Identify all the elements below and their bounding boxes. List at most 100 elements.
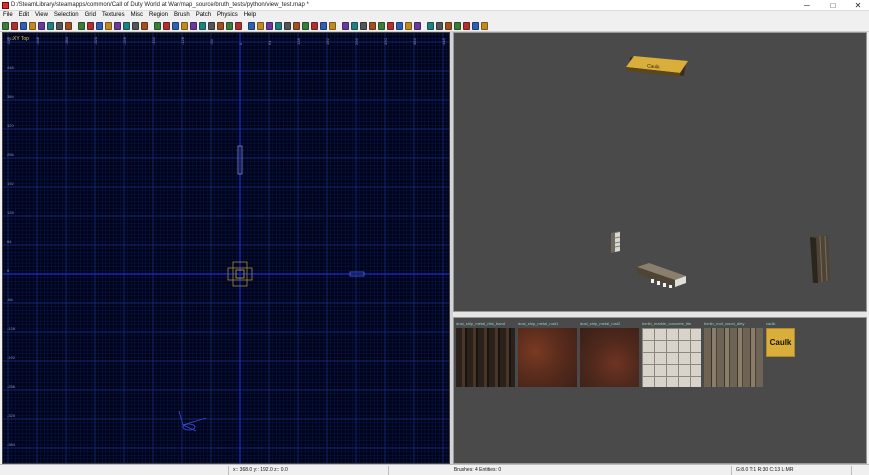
edge-icon[interactable] [257, 21, 264, 30]
brush-planks-block[interactable] [810, 235, 830, 283]
radiant-window: D:/SteamLibrary/steamapps/common/Call of… [0, 0, 869, 475]
close-button[interactable]: ✕ [847, 0, 869, 11]
camera-view-3d[interactable]: Caulk [453, 32, 867, 312]
texture-thumbnail[interactable] [518, 328, 577, 387]
menu-view[interactable]: View [35, 11, 48, 20]
menu-misc[interactable]: Misc [131, 11, 143, 20]
y-tick-label: -256 [7, 384, 16, 389]
select-touching-icon[interactable] [96, 21, 103, 30]
fog-icon[interactable] [302, 21, 309, 30]
delete-icon[interactable] [293, 21, 300, 30]
insert-icon[interactable] [284, 21, 291, 30]
flip-y-icon[interactable] [29, 21, 36, 30]
menu-grid[interactable]: Grid [85, 11, 96, 20]
texture-browser[interactable]: dust_ship_metal_ribs_band dust_ship_meta… [453, 317, 867, 464]
x-tick-label: -192 [151, 36, 156, 45]
menu-edit[interactable]: Edit [19, 11, 29, 20]
bend-icon[interactable] [275, 21, 282, 30]
arrow-down-icon[interactable] [378, 21, 385, 30]
vertex-icon[interactable] [248, 21, 255, 30]
bullet-icon[interactable] [396, 21, 403, 30]
play-icon[interactable] [351, 21, 358, 30]
point-icon[interactable] [369, 21, 376, 30]
grid-view-xy[interactable]: -512 -448 -384 -320 -256 -192 -128 -64 0 64 128 192… [2, 32, 450, 464]
menu-bar: File Edit View Selection Grid Textures M… [0, 11, 869, 20]
cubic-clip-icon[interactable] [190, 21, 197, 30]
hollow-icon[interactable] [132, 21, 139, 30]
camera-canvas[interactable]: Caulk [454, 33, 867, 312]
menu-help[interactable]: Help [244, 11, 256, 20]
open-icon[interactable] [2, 21, 9, 30]
maximize-button[interactable]: □ [822, 0, 844, 11]
menu-region[interactable]: Region [149, 11, 168, 20]
menu-textures[interactable]: Textures [102, 11, 125, 20]
camera-icon[interactable] [172, 21, 179, 30]
view-y-icon[interactable] [208, 21, 215, 30]
scale-icon[interactable] [226, 21, 233, 30]
rotate-y-icon[interactable] [56, 21, 63, 30]
lock-icon[interactable] [235, 21, 242, 30]
light-icon[interactable] [311, 21, 318, 30]
b-icon[interactable] [445, 21, 452, 30]
f-icon[interactable] [472, 21, 479, 30]
view-x-icon[interactable] [199, 21, 206, 30]
grid-icon[interactable] [427, 21, 434, 30]
menu-file[interactable]: File [3, 11, 13, 20]
brush-tiled-block[interactable] [637, 263, 686, 288]
caulk-label: Caulk [769, 338, 792, 347]
view-z-icon[interactable] [217, 21, 224, 30]
cone-icon[interactable] [342, 21, 349, 30]
y-tick-label: -128 [7, 326, 16, 331]
patch-icon[interactable] [266, 21, 273, 30]
menu-selection[interactable]: Selection [54, 11, 79, 20]
y-tick-label: -192 [7, 355, 16, 360]
texture-view-icon[interactable] [163, 21, 170, 30]
bookmark-icon[interactable] [360, 21, 367, 30]
grid-canvas[interactable]: -512 -448 -384 -320 -256 -192 -128 -64 0 64 128 192… [3, 33, 449, 463]
window-title: D:/SteamLibrary/steamapps/common/Call of… [11, 2, 309, 8]
mountain-icon[interactable] [481, 21, 488, 30]
p-icon[interactable] [454, 21, 461, 30]
camera-icon[interactable] [178, 410, 207, 432]
brush-caulk-slab[interactable]: Caulk [626, 56, 688, 77]
tree-icon[interactable] [463, 21, 470, 30]
menu-patch[interactable]: Patch [196, 11, 211, 20]
arrow-up-icon[interactable] [387, 21, 394, 30]
select-partial-icon[interactable] [105, 21, 112, 30]
select-inside-icon[interactable] [87, 21, 94, 30]
status-resize-grip[interactable] [851, 466, 869, 475]
x-tick-label: -448 [35, 36, 40, 45]
minimize-button[interactable]: ─ [796, 0, 818, 11]
save-icon[interactable] [11, 21, 18, 30]
texture-thumbnail[interactable] [704, 328, 763, 387]
csg-subtract-icon[interactable] [114, 21, 121, 30]
csg-merge-icon[interactable] [123, 21, 130, 30]
change-views-icon[interactable] [154, 21, 161, 30]
texture-thumbnail[interactable] [642, 328, 701, 387]
m-icon[interactable] [436, 21, 443, 30]
star-icon[interactable] [405, 21, 412, 30]
clipper-icon[interactable] [141, 21, 148, 30]
flip-z-icon[interactable] [38, 21, 45, 30]
toolbar [0, 20, 869, 32]
status-bar: x:: 368.0 y:: 192.0 z:: 0.0 Brushes: 4 E… [0, 464, 869, 475]
status-counts: Brushes: 4 Entities: 0 [388, 466, 566, 475]
menu-brush[interactable]: Brush [174, 11, 190, 20]
x-tick-label: 192 [325, 38, 330, 45]
select-complete-icon[interactable] [78, 21, 85, 30]
rotate-z-icon[interactable] [65, 21, 72, 30]
rotate-x-icon[interactable] [47, 21, 54, 30]
brush-pillar-small[interactable] [611, 231, 621, 253]
texture-thumbnail[interactable] [456, 328, 515, 387]
texture-thumbnail[interactable]: Caulk [766, 328, 795, 357]
curve-icon[interactable] [320, 21, 327, 30]
entity-icon[interactable] [181, 21, 188, 30]
brush-icon[interactable] [414, 21, 421, 30]
x-tick-label: -256 [122, 36, 127, 45]
menu-physics[interactable]: Physics [217, 11, 238, 20]
flip-x-icon[interactable] [20, 21, 27, 30]
texture-thumbnail[interactable] [580, 328, 639, 387]
y-tick-label: 64 [7, 239, 12, 244]
gear-icon[interactable] [329, 21, 336, 30]
status-grid: G:8.0 T:1 R:30 C:13 L:MR [731, 466, 849, 475]
